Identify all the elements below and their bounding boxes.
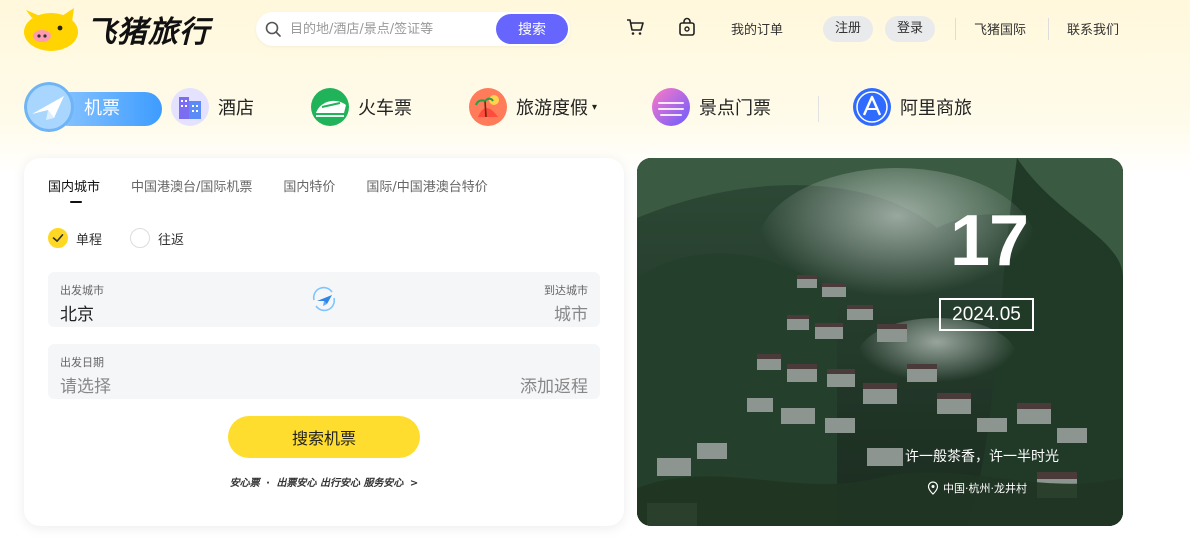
register-button[interactable]: 注册 bbox=[823, 16, 874, 42]
tab-domestic[interactable]: 国内城市 bbox=[48, 176, 100, 203]
ticket-icon bbox=[652, 88, 690, 126]
assurance-item: 服务安心 bbox=[363, 478, 404, 489]
nav-item-tickets[interactable]: 景点门票 bbox=[651, 83, 771, 131]
my-orders-link[interactable]: 我的订单 bbox=[731, 19, 783, 38]
to-city-input[interactable]: 城市 bbox=[554, 300, 588, 325]
logo-text: 飞猪旅行 bbox=[86, 15, 210, 50]
category-nav: 机票 酒店 火车票 旅游度假 ▾ 景点门票 阿里商旅 bbox=[0, 78, 1190, 136]
assurance-title: 安心票 bbox=[229, 478, 260, 489]
date-field: 出发日期 请选择 添加返程 bbox=[48, 344, 600, 399]
nav-divider bbox=[818, 96, 819, 122]
departure-date-input[interactable]: 请选择 bbox=[60, 372, 111, 397]
vacation-icon bbox=[469, 88, 507, 126]
location-pin-icon bbox=[927, 481, 939, 495]
nav-item-flights[interactable]: 机票 bbox=[24, 82, 162, 132]
international-link[interactable]: 飞猪国际 bbox=[974, 19, 1026, 38]
search-button[interactable]: 搜索 bbox=[496, 14, 568, 44]
flight-tabs: 国内城市 中国港澳台/国际机票 国内特价 国际/中国港澳台特价 bbox=[48, 176, 519, 203]
search-icon bbox=[265, 21, 281, 37]
train-icon bbox=[311, 88, 349, 126]
from-city-input[interactable]: 北京 bbox=[60, 300, 94, 325]
login-button[interactable]: 登录 bbox=[885, 16, 936, 42]
business-travel-icon bbox=[853, 88, 891, 126]
photo-location: 中国·杭州·龙井村 bbox=[927, 480, 1027, 496]
top-header: 飞猪旅行 搜索 我的订单 注册 登录 飞猪国际 联系我们 bbox=[0, 0, 1190, 60]
search-flights-button[interactable]: 搜索机票 bbox=[228, 416, 420, 458]
one-way-radio[interactable] bbox=[48, 228, 68, 248]
one-way-label[interactable]: 单程 bbox=[76, 229, 102, 248]
chevron-right-icon: > bbox=[409, 478, 419, 489]
bag-icon[interactable] bbox=[677, 17, 697, 37]
contact-link[interactable]: 联系我们 bbox=[1067, 19, 1119, 38]
pig-logo-icon bbox=[24, 8, 78, 51]
tab-domestic-deals[interactable]: 国内特价 bbox=[283, 176, 335, 195]
fliggy-logo[interactable]: 飞猪旅行 bbox=[22, 5, 232, 53]
nav-item-hotel[interactable]: 酒店 bbox=[170, 83, 254, 131]
nav-label: 阿里商旅 bbox=[900, 98, 972, 119]
city-field: 出发城市 北京 到达城市 城市 bbox=[48, 272, 600, 327]
round-trip-radio[interactable] bbox=[130, 228, 151, 248]
assurance-line[interactable]: 安心票 · 出票安心 出行安心 服务安心 > bbox=[24, 474, 624, 489]
hotel-icon bbox=[171, 88, 209, 126]
tab-international-deals[interactable]: 国际/中国港澳台特价 bbox=[366, 176, 487, 195]
tab-international[interactable]: 中国港澳台/国际机票 bbox=[131, 176, 252, 195]
separator-dot: · bbox=[266, 478, 270, 489]
search-input[interactable] bbox=[290, 12, 490, 46]
plane-icon bbox=[24, 82, 74, 132]
from-city-label: 出发城市 bbox=[60, 284, 104, 297]
nav-label: 机票 bbox=[84, 98, 120, 119]
destination-photo-card[interactable]: 17 2024.05 许一般茶香，许一半时光 中国·杭州·龙井村 bbox=[637, 158, 1123, 526]
nav-label: 景点门票 bbox=[699, 98, 771, 119]
departure-date-label: 出发日期 bbox=[60, 356, 104, 369]
nav-item-business-travel[interactable]: 阿里商旅 bbox=[852, 83, 972, 131]
calendar-day: 17 bbox=[949, 201, 1029, 281]
calendar-year-month: 2024.05 bbox=[939, 298, 1034, 331]
assurance-item: 出行安心 bbox=[319, 478, 360, 489]
nav-item-train[interactable]: 火车票 bbox=[310, 83, 412, 131]
check-icon bbox=[52, 234, 64, 242]
photo-slogan: 许一般茶香，许一半时光 bbox=[905, 449, 1059, 465]
flight-search-card: 国内城市 中国港澳台/国际机票 国内特价 国际/中国港澳台特价 单程 往返 出发… bbox=[24, 158, 624, 526]
assurance-item: 出票安心 bbox=[276, 478, 317, 489]
header-divider bbox=[955, 18, 956, 40]
round-trip-label[interactable]: 往返 bbox=[158, 229, 184, 248]
header-divider bbox=[1048, 18, 1049, 40]
nav-label: 酒店 bbox=[218, 98, 254, 119]
search-box: 搜索 bbox=[256, 12, 570, 46]
swap-cities-icon[interactable] bbox=[308, 284, 340, 314]
chevron-down-icon: ▾ bbox=[592, 101, 598, 113]
nav-item-vacation[interactable]: 旅游度假 ▾ bbox=[468, 83, 597, 131]
nav-label: 火车票 bbox=[358, 98, 412, 119]
add-return-link[interactable]: 添加返程 bbox=[520, 372, 588, 397]
trip-type-selector: 单程 往返 bbox=[48, 228, 212, 248]
location-text: 中国·杭州·龙井村 bbox=[943, 482, 1027, 495]
cart-icon[interactable] bbox=[625, 17, 645, 37]
village-landscape-image bbox=[637, 158, 1123, 526]
to-city-label: 到达城市 bbox=[544, 284, 588, 297]
nav-label: 旅游度假 bbox=[516, 98, 588, 119]
